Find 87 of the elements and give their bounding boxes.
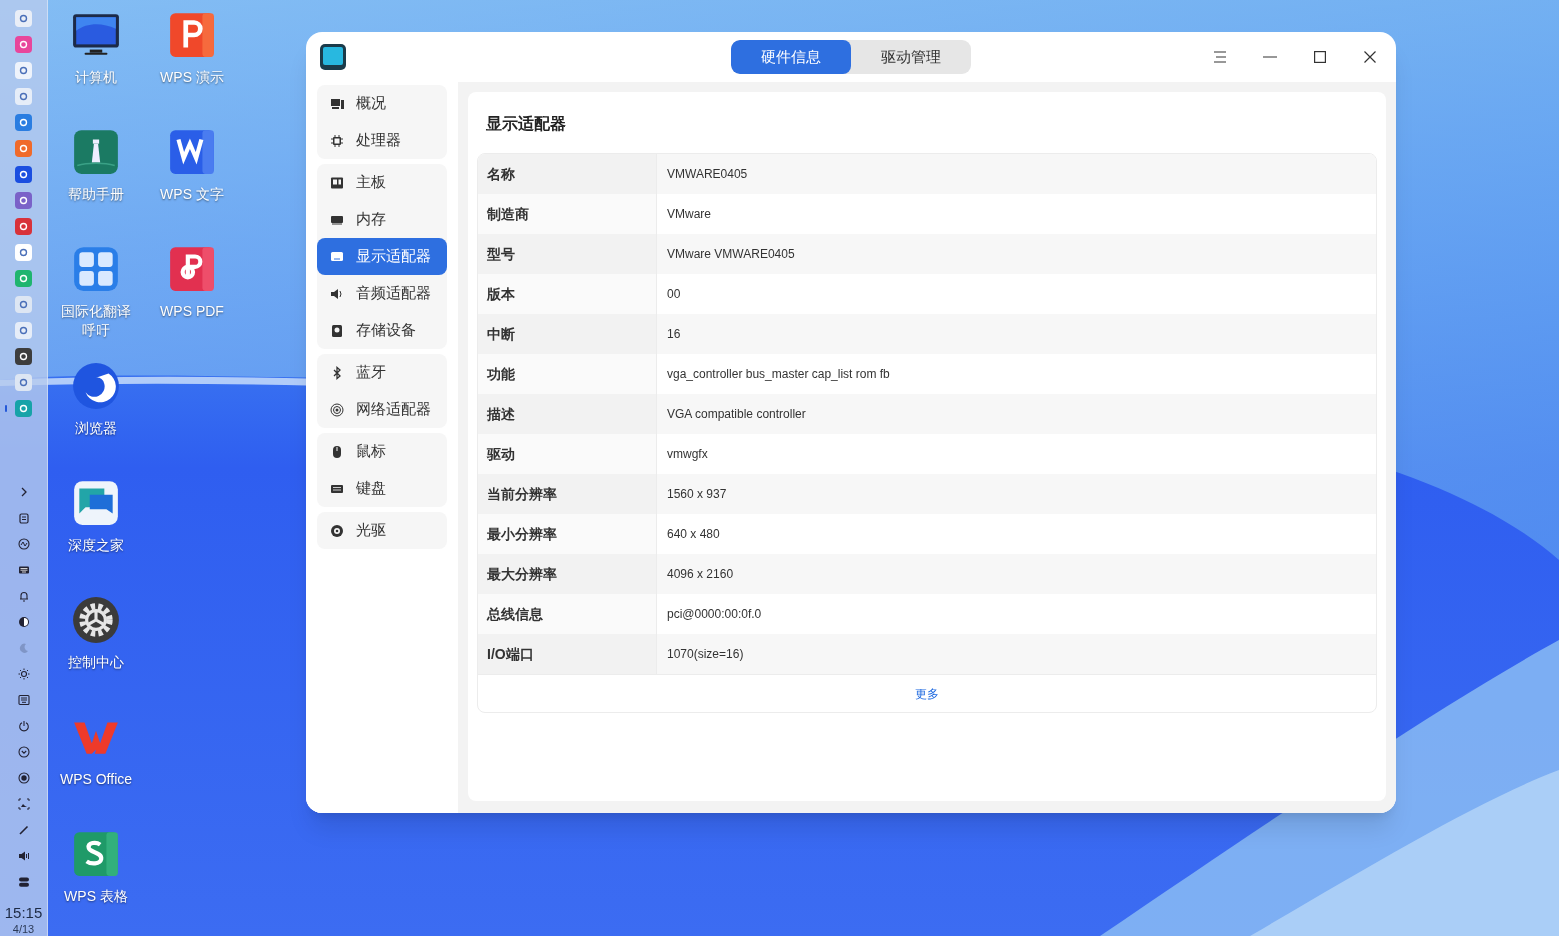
property-label: 中断 xyxy=(478,314,657,354)
menu-icon xyxy=(1213,51,1227,63)
app-icon[interactable] xyxy=(15,36,32,53)
tab[interactable]: 硬件信息 xyxy=(731,40,851,74)
property-label: 最大分辨率 xyxy=(478,554,657,594)
property-label: 制造商 xyxy=(478,194,657,234)
property-value: VMware VMWARE0405 xyxy=(666,246,796,263)
close-icon xyxy=(1364,51,1376,63)
running-indicator xyxy=(4,405,7,412)
board-icon xyxy=(330,175,344,190)
property-label: 最小分辨率 xyxy=(478,514,657,554)
property-value: 1070(size=16) xyxy=(666,646,745,663)
monitor-icon xyxy=(330,96,344,111)
property-label: 功能 xyxy=(478,354,657,394)
property-value: vga_controller bus_master cap_list rom fb xyxy=(666,366,891,383)
sidebar-item[interactable]: 内存 xyxy=(317,201,447,238)
app-logo-icon xyxy=(319,43,347,71)
gauge-icon[interactable] xyxy=(16,537,31,551)
property-value: 00 xyxy=(666,286,682,303)
sidebar-item[interactable]: 存储设备 xyxy=(317,312,447,349)
speaker-icon xyxy=(330,286,344,301)
more-link[interactable]: 更多 xyxy=(915,684,939,703)
property-label: I/O端口 xyxy=(478,634,657,674)
translate-icon xyxy=(71,244,121,294)
desktop-shortcut[interactable]: 控制中心 xyxy=(50,593,142,703)
chip-icon xyxy=(330,133,344,148)
document-icon xyxy=(167,127,217,177)
sidebar-item[interactable]: 显示适配器 xyxy=(317,238,447,275)
maximize-icon xyxy=(1314,51,1326,63)
property-label: 名称 xyxy=(478,154,657,194)
property-value: VMware xyxy=(666,206,712,223)
chat-icon xyxy=(71,478,121,528)
property-label: 版本 xyxy=(478,274,657,314)
clock-time: 15:15 xyxy=(4,905,43,921)
sidebar-item[interactable]: 蓝牙 xyxy=(317,354,447,391)
network-icon xyxy=(330,402,344,417)
property-value: 16 xyxy=(666,326,682,343)
chevron-down-icon[interactable] xyxy=(16,745,31,759)
presentation-icon xyxy=(167,10,217,60)
lighthouse-icon xyxy=(71,127,121,177)
power-icon[interactable] xyxy=(16,719,31,733)
gear-icon xyxy=(71,595,121,645)
app-icon[interactable] xyxy=(15,88,32,105)
property-label: 型号 xyxy=(478,234,657,274)
desktop-shortcut[interactable]: 深度之家 xyxy=(50,476,142,586)
property-label: 驱动 xyxy=(478,434,657,474)
pdf-icon xyxy=(167,244,217,294)
app-icon[interactable] xyxy=(15,296,32,313)
app-icon[interactable] xyxy=(15,400,32,417)
sidebar-item[interactable]: 主板 xyxy=(317,164,447,201)
app-icon[interactable] xyxy=(15,322,32,339)
sidebar-item[interactable]: 处理器 xyxy=(317,122,447,159)
clock-date: 4/13 xyxy=(12,922,35,936)
desktop-shortcut[interactable]: WPS 表格 xyxy=(50,827,142,936)
mouse-icon xyxy=(330,444,344,459)
disc-icon xyxy=(330,523,344,538)
brightness-icon[interactable] xyxy=(16,667,31,681)
sidebar-item[interactable]: 光驱 xyxy=(317,512,447,549)
desktop-shortcut[interactable]: WPS Office xyxy=(50,710,142,820)
property-label: 描述 xyxy=(478,394,657,434)
property-value: pci@0000:00:0f.0 xyxy=(666,606,763,623)
section-title: 显示适配器 xyxy=(485,114,567,134)
minimize-icon xyxy=(1263,56,1277,58)
display-icon xyxy=(330,249,344,264)
property-value: 4096 x 2160 xyxy=(666,566,735,583)
sidebar-item[interactable]: 概况 xyxy=(317,85,447,122)
clipboard-icon[interactable] xyxy=(16,511,31,525)
speaker-icon[interactable] xyxy=(16,849,31,863)
property-label: 当前分辨率 xyxy=(478,474,657,514)
sidebar-item[interactable]: 键盘 xyxy=(317,470,447,507)
record-icon[interactable] xyxy=(16,771,31,785)
screenshot-icon[interactable] xyxy=(16,797,31,811)
tab[interactable]: 驱动管理 xyxy=(851,40,971,74)
keyboard-icon[interactable] xyxy=(16,693,31,707)
property-value: VMWARE0405 xyxy=(666,166,749,183)
sidebar-item[interactable]: 网络适配器 xyxy=(317,391,447,428)
property-value: 640 x 480 xyxy=(666,526,721,543)
toggle-icon[interactable] xyxy=(16,875,31,889)
contrast-icon[interactable] xyxy=(16,615,31,629)
sidebar-item[interactable]: 鼠标 xyxy=(317,433,447,470)
property-label: 总线信息 xyxy=(478,594,657,634)
property-value: vmwgfx xyxy=(666,446,709,463)
desktop-shortcut[interactable]: 浏览器 xyxy=(50,359,142,469)
property-value: 1560 x 937 xyxy=(666,486,728,503)
property-value: VGA compatible controller xyxy=(666,406,807,423)
spreadsheet-icon xyxy=(71,829,121,879)
sidebar-item[interactable]: 音频适配器 xyxy=(317,275,447,312)
